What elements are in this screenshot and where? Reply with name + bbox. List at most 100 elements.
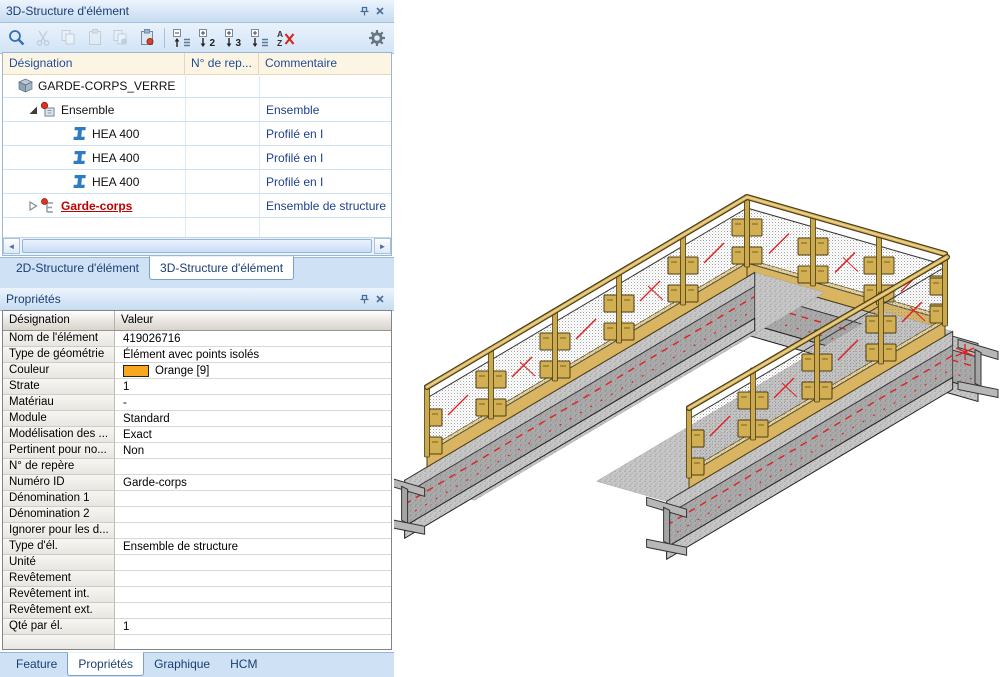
tree-row-ensemble[interactable]: Ensemble Ensemble [3, 98, 391, 122]
copy-contents-icon[interactable] [108, 25, 134, 51]
property-label: Ignorer pour les d... [3, 523, 115, 539]
application-window: 3D-Structure d'élément 2 3 AZ Désignation … [0, 0, 1004, 677]
property-label: Numéro ID [3, 475, 115, 491]
svg-text:3: 3 [236, 38, 242, 48]
tree-item-label: Ensemble [61, 103, 114, 117]
viewport-3d-canvas[interactable] [394, 0, 1004, 677]
collapse-arrow-icon[interactable] [26, 103, 40, 117]
property-value[interactable] [115, 571, 391, 587]
expand-arrow-icon[interactable] [26, 199, 40, 213]
property-label: Matériau [3, 395, 115, 411]
tree-column-commentaire[interactable]: Commentaire [259, 53, 391, 74]
tree-row-garde-corps-verre[interactable]: GARDE-CORPS_VERRE [3, 74, 391, 98]
expand-level-3-icon[interactable]: 3 [221, 25, 247, 51]
expand-all-icon[interactable] [247, 25, 273, 51]
scroll-left-arrow-icon[interactable]: ◄ [3, 238, 20, 254]
property-value[interactable] [115, 507, 391, 523]
property-row-type-de-g-om-trie: Type de géométrieÉlément avec points iso… [3, 347, 391, 363]
property-row-module: ModuleStandard [3, 411, 391, 427]
tree-column-designation[interactable]: Désignation [3, 53, 185, 74]
property-value[interactable]: - [115, 395, 391, 411]
property-row-qt-par-l-: Qté par él.1 [3, 619, 391, 635]
pin-icon[interactable] [356, 292, 372, 306]
property-row-type-d-l-: Type d'él.Ensemble de structure [3, 539, 391, 555]
properties-panel: Propriétés Désignation Valeur Nom de l'é… [0, 288, 394, 652]
property-value[interactable]: 1 [115, 619, 391, 635]
property-row-rev-tement-int-: Revêtement int. [3, 587, 391, 603]
property-value[interactable] [115, 491, 391, 507]
cut-icon[interactable] [30, 25, 56, 51]
property-grid-header: Désignation Valeur [3, 311, 391, 331]
property-row-strate: Strate1 [3, 379, 391, 395]
tree-cell-comment: Ensemble de structure [259, 199, 391, 213]
left-dock: 3D-Structure d'élément 2 3 AZ Désignation … [0, 0, 394, 677]
property-label [3, 635, 115, 650]
scrollbar-thumb[interactable] [22, 239, 372, 253]
ibeam-icon [71, 149, 88, 166]
property-label: Qté par él. [3, 619, 115, 635]
property-value[interactable] [115, 555, 391, 571]
property-value[interactable] [115, 523, 391, 539]
property-label: Pertinent pour no... [3, 443, 115, 459]
property-row-d-nomination-1: Dénomination 1 [3, 491, 391, 507]
property-value[interactable]: Exact [115, 427, 391, 443]
property-label: Dénomination 2 [3, 507, 115, 523]
tab-graphique[interactable]: Graphique [144, 653, 220, 674]
gear-icon[interactable] [364, 25, 390, 51]
tab-3d-structure-d-l-ment[interactable]: 3D-Structure d'élément [149, 256, 294, 280]
ibeam-icon [71, 125, 88, 142]
tree-row-hea-400[interactable]: HEA 400Profilé en I [3, 170, 391, 194]
expand-level-2-icon[interactable]: 2 [195, 25, 221, 51]
zoom-find-icon[interactable] [4, 25, 30, 51]
property-column-valeur[interactable]: Valeur [115, 311, 391, 330]
property-row-mat-riau: Matériau- [3, 395, 391, 411]
property-value[interactable]: 1 [115, 379, 391, 395]
tree-item-label: GARDE-CORPS_VERRE [38, 79, 175, 93]
viewport-3d[interactable] [394, 0, 1004, 677]
property-label: Revêtement [3, 571, 115, 587]
property-value[interactable]: Standard [115, 411, 391, 427]
property-value[interactable] [115, 603, 391, 619]
property-value[interactable]: Non [115, 443, 391, 459]
property-row-rev-tement: Revêtement [3, 571, 391, 587]
property-row-couleur: CouleurOrange [9] [3, 363, 391, 379]
tree-column-repere[interactable]: N° de rep... [185, 53, 259, 74]
property-value[interactable] [115, 635, 391, 650]
paste-icon[interactable] [82, 25, 108, 51]
property-value[interactable]: Orange [9] [115, 363, 391, 379]
toolbar-separator [164, 28, 165, 48]
tree-header: Désignation N° de rep... Commentaire [3, 53, 391, 75]
close-icon[interactable] [372, 4, 388, 18]
dock-bottom-tabstrip: FeaturePropriétésGraphiqueHCM [0, 652, 394, 677]
tree-item-label: HEA 400 [92, 175, 139, 189]
tab-hcm[interactable]: HCM [220, 653, 267, 674]
property-value[interactable]: Ensemble de structure [115, 539, 391, 555]
copy-icon[interactable] [56, 25, 82, 51]
tree-row-hea-400[interactable]: HEA 400Profilé en I [3, 146, 391, 170]
property-label: Revêtement ext. [3, 603, 115, 619]
remove-designation-icon[interactable]: AZ [273, 25, 299, 51]
scroll-right-arrow-icon[interactable]: ► [374, 238, 391, 254]
tab-2d-structure-d-l-ment[interactable]: 2D-Structure d'élément [6, 257, 149, 278]
property-value[interactable] [115, 459, 391, 475]
property-column-designation[interactable]: Désignation [3, 311, 115, 330]
close-icon[interactable] [372, 292, 388, 306]
tree-cell-comment: Profilé en I [259, 151, 391, 165]
tree-horizontal-scrollbar[interactable]: ◄ ► [3, 237, 391, 255]
svg-text:Z: Z [277, 38, 282, 48]
property-value[interactable]: 419026716 [115, 331, 391, 347]
property-value[interactable] [115, 587, 391, 603]
property-row-nom-de-l-l-ment: Nom de l'élément419026716 [3, 331, 391, 347]
paste-contents-icon[interactable] [134, 25, 160, 51]
tab-feature[interactable]: Feature [6, 653, 67, 674]
tree-cell-comment: Ensemble [259, 103, 391, 117]
tree-row-garde-corps[interactable]: Garde-corps Ensemble de structure [3, 194, 391, 218]
tree-row-hea-400[interactable]: HEA 400Profilé en I [3, 122, 391, 146]
tree-item-label: Garde-corps [61, 199, 132, 213]
properties-panel-titlebar: Propriétés [0, 288, 394, 311]
tab-propri-t-s[interactable]: Propriétés [67, 652, 144, 676]
collapse-one-level-icon[interactable] [169, 25, 195, 51]
property-value[interactable]: Élément avec points isolés [115, 347, 391, 363]
pin-icon[interactable] [356, 4, 372, 18]
property-value[interactable]: Garde-corps [115, 475, 391, 491]
